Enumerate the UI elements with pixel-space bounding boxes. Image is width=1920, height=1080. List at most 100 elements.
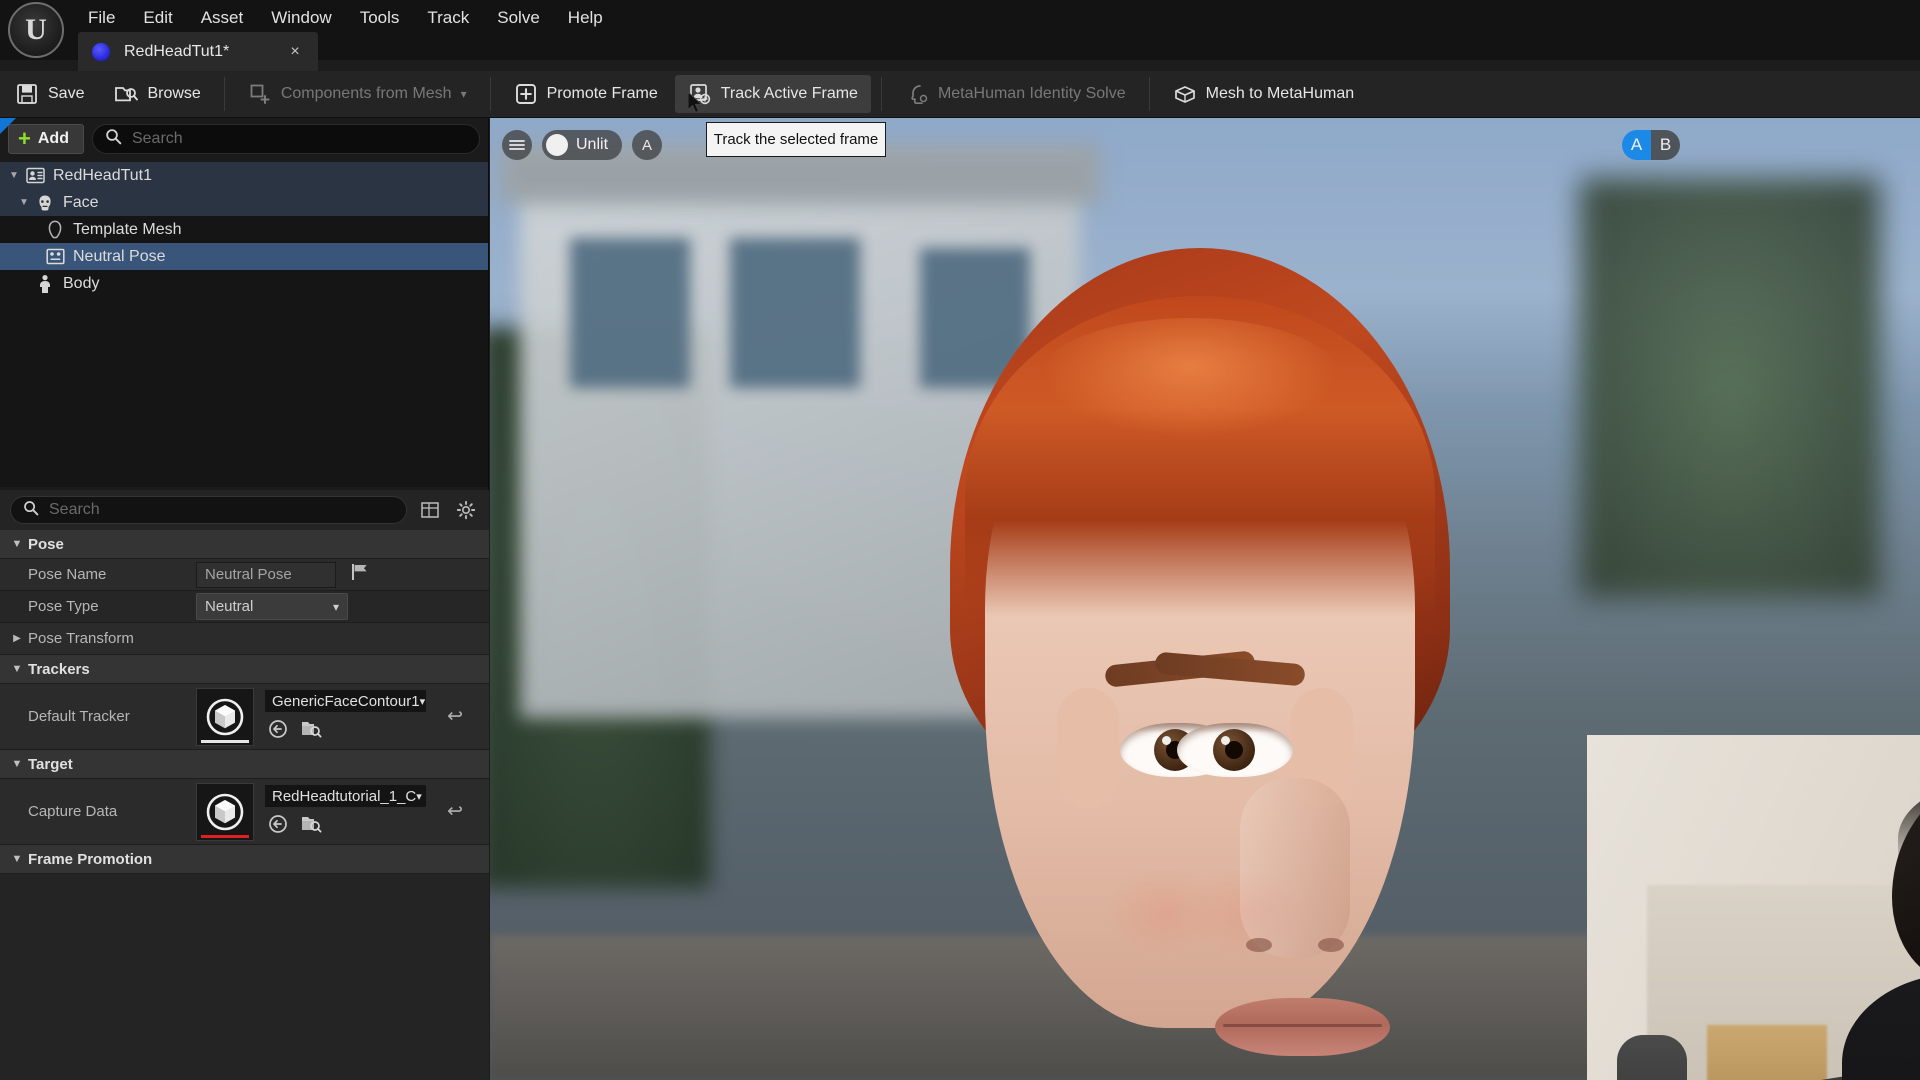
use-selected-icon[interactable] xyxy=(268,814,288,839)
add-button[interactable]: + Add xyxy=(8,124,84,154)
add-button-label: Add xyxy=(37,130,69,147)
property-label: ▶ Pose Transform xyxy=(0,630,196,647)
gear-icon[interactable] xyxy=(453,497,479,523)
asset-thumbnail[interactable] xyxy=(196,782,254,841)
chevron-down-icon: ▾ xyxy=(416,790,422,803)
chevron-down-icon[interactable]: ▼ xyxy=(14,197,34,208)
tree-item-body[interactable]: Body xyxy=(0,270,488,297)
camera-a-button[interactable]: A xyxy=(632,130,663,160)
close-icon[interactable]: × xyxy=(284,43,306,61)
toolbar-track-active-frame-button[interactable]: Track Active Frame xyxy=(674,75,871,113)
tree-item-face[interactable]: ▼ Face xyxy=(0,189,488,216)
asset-picker-combo[interactable]: RedHeadtutorial_1_C ▾ xyxy=(264,784,427,808)
reset-arrow-icon[interactable]: ↩ xyxy=(447,800,463,823)
toolbar-button-label: Browse xyxy=(147,85,201,102)
toolbar-button-label: MetaHuman Identity Solve xyxy=(937,85,1126,102)
plus-circle-icon xyxy=(514,82,538,106)
nose xyxy=(1240,778,1350,958)
menu-file[interactable]: File xyxy=(74,4,129,32)
chevron-down-icon: ▾ xyxy=(419,695,426,708)
toolbar-mesh-to-metahuman-button[interactable]: Mesh to MetaHuman xyxy=(1160,75,1368,113)
property-label-text: Pose Transform xyxy=(28,630,134,647)
reset-arrow-icon[interactable]: ↩ xyxy=(447,705,463,728)
webcam-desk-object xyxy=(1707,1025,1827,1080)
chevron-down-icon[interactable]: ▼ xyxy=(6,758,28,770)
outliner-search-input[interactable]: Search xyxy=(91,124,480,154)
search-icon xyxy=(105,128,122,150)
menu-window[interactable]: Window xyxy=(257,4,345,32)
menu-asset[interactable]: Asset xyxy=(187,4,258,32)
viewport[interactable]: Unlit A A B xyxy=(490,118,1920,1080)
toolbar-separator xyxy=(223,77,225,111)
details-search-input[interactable]: Search xyxy=(10,496,407,524)
details-category-frame-promotion[interactable]: ▼ Frame Promotion xyxy=(0,845,489,874)
property-row-pose-transform: ▶ Pose Transform xyxy=(0,623,489,655)
toolbar-save-button[interactable]: Save xyxy=(2,75,97,113)
menu-tools[interactable]: Tools xyxy=(346,4,414,32)
details-category-trackers[interactable]: ▼ Trackers xyxy=(0,655,489,684)
tree-item-label: Template Mesh xyxy=(73,220,182,238)
ab-toggle-b[interactable]: B xyxy=(1651,130,1680,160)
tree-item-redheadtut1[interactable]: ▼ RedHeadTut1 xyxy=(0,162,488,189)
tab-row: RedHeadTut1* × xyxy=(0,30,1920,72)
property-row-capture-data: Capture Data RedHeadtutorial_1_C ▾ ↩ xyxy=(0,779,489,845)
search-icon xyxy=(23,500,39,521)
pose-type-dropdown[interactable]: Neutral ▾ xyxy=(196,593,348,620)
component-icon xyxy=(248,82,272,106)
flag-icon[interactable] xyxy=(350,562,372,587)
use-selected-icon[interactable] xyxy=(268,719,288,744)
toolbar-promote-frame-button[interactable]: Promote Frame xyxy=(501,75,671,113)
browse-asset-icon[interactable] xyxy=(300,719,322,744)
lip-line xyxy=(1223,1024,1382,1027)
eye-right xyxy=(1177,723,1293,777)
eye-glint-left xyxy=(1162,736,1171,745)
property-row-pose-type: Pose Type Neutral ▾ xyxy=(0,591,489,623)
ab-toggle-a[interactable]: A xyxy=(1622,130,1651,160)
asset-type-color-bar xyxy=(201,739,249,743)
pose-name-input[interactable]: Neutral Pose xyxy=(196,561,336,588)
tree-item-template-mesh[interactable]: Template Mesh xyxy=(0,216,488,243)
details-category-pose[interactable]: ▼ Pose xyxy=(0,530,489,559)
menu-solve[interactable]: Solve xyxy=(483,4,554,32)
chevron-down-icon[interactable]: ▼ xyxy=(6,663,28,675)
background-window xyxy=(730,238,860,388)
toolbar-metahuman-identity-solve-button: MetaHuman Identity Solve xyxy=(892,75,1139,113)
chevron-down-icon: ▾ xyxy=(332,599,339,614)
chevron-down-icon[interactable]: ▼ xyxy=(4,170,24,181)
ab-view-toggle[interactable]: A B xyxy=(1622,130,1680,160)
asset-picker-combo[interactable]: GenericFaceContour1 ▾ xyxy=(264,689,427,713)
view-mode-button[interactable]: Unlit xyxy=(542,130,623,160)
menu-edit[interactable]: Edit xyxy=(129,4,186,32)
tree-item-label: Body xyxy=(63,274,100,292)
tooltip: Track the selected frame xyxy=(706,122,886,157)
menu-track[interactable]: Track xyxy=(413,4,483,32)
property-row-pose-name: Pose Name Neutral Pose xyxy=(0,559,489,591)
asset-name-label: GenericFaceContour1 xyxy=(272,692,420,710)
chevron-right-icon[interactable]: ▶ xyxy=(6,633,28,644)
webcam-presenter xyxy=(1832,773,1920,1080)
details-category-label: Frame Promotion xyxy=(28,850,153,868)
nostril-right xyxy=(1318,938,1344,952)
details-sections: ▼ Pose Pose Name Neutral Pose Pose Type Neutr… xyxy=(0,530,489,874)
browse-asset-icon[interactable] xyxy=(300,814,322,839)
grid-view-icon[interactable] xyxy=(417,497,443,523)
eyelid-right xyxy=(1177,723,1293,733)
hamburger-icon[interactable] xyxy=(502,130,532,160)
toolbar-browse-button[interactable]: Browse xyxy=(101,75,213,113)
mouse-cursor xyxy=(687,90,704,121)
menu-help[interactable]: Help xyxy=(554,4,617,32)
tree-item-neutral-pose[interactable]: Neutral Pose xyxy=(0,243,488,270)
outliner-search-placeholder: Search xyxy=(131,130,183,147)
property-value: Neutral Pose xyxy=(196,561,489,588)
asset-thumbnail[interactable] xyxy=(196,687,254,746)
chevron-down-icon[interactable]: ▼ xyxy=(6,853,28,865)
outliner-tree: ▼ RedHeadTut1 ▼ Face Template Mesh Neutral Po… xyxy=(0,160,488,297)
details-category-target[interactable]: ▼ Target xyxy=(0,750,489,779)
webcam-overlay xyxy=(1587,735,1920,1080)
asset-tab-redheadtut1[interactable]: RedHeadTut1* × xyxy=(78,32,318,72)
toolbar-button-label: Mesh to MetaHuman xyxy=(1205,85,1355,102)
tab-label: RedHeadTut1* xyxy=(124,43,230,60)
toolbar-button-label: Promote Frame xyxy=(546,85,658,102)
chevron-down-icon[interactable]: ▼ xyxy=(6,538,28,550)
metahuman-identity-asset-icon xyxy=(92,43,110,61)
